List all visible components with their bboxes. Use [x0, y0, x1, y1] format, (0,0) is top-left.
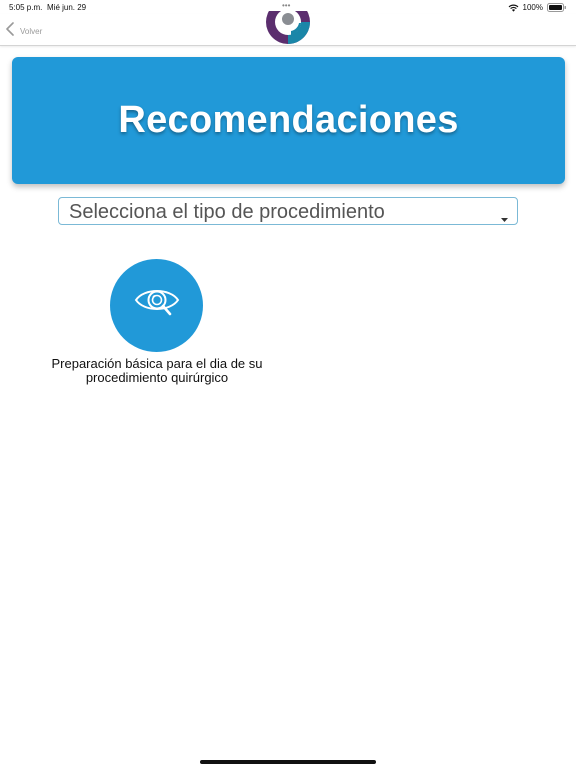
procedure-type-select[interactable]: Selecciona el tipo de procedimiento: [58, 197, 518, 225]
multitask-dots[interactable]: •••: [282, 1, 290, 10]
battery-icon: [547, 3, 567, 12]
status-indicators: 100%: [508, 3, 567, 12]
battery-percent: 100%: [522, 3, 543, 12]
caret-down-icon: [501, 209, 508, 227]
status-time: 5:05 p.m.: [9, 3, 43, 12]
wifi-icon: [508, 4, 519, 12]
eye-search-icon: [134, 283, 180, 328]
navigation-bar: Volver: [0, 11, 576, 46]
clinic-logo: [265, 11, 311, 45]
page-title: Recomendaciones: [118, 99, 459, 141]
chevron-left-icon: [6, 22, 14, 41]
app-screen: 5:05 p.m. Mié jun. 29 ••• 100% Volver Re…: [0, 0, 576, 768]
recommendation-label: Preparación básica para el dia de su pro…: [51, 356, 263, 385]
header-banner: Recomendaciones: [12, 57, 565, 184]
back-button[interactable]: Volver: [6, 22, 42, 41]
back-label: Volver: [20, 27, 43, 36]
status-date: Mié jun. 29: [47, 3, 87, 12]
recommendation-icon-circle[interactable]: [110, 259, 203, 352]
procedure-select-value: Selecciona el tipo de procedimiento: [69, 201, 385, 223]
home-indicator[interactable]: [200, 760, 376, 764]
